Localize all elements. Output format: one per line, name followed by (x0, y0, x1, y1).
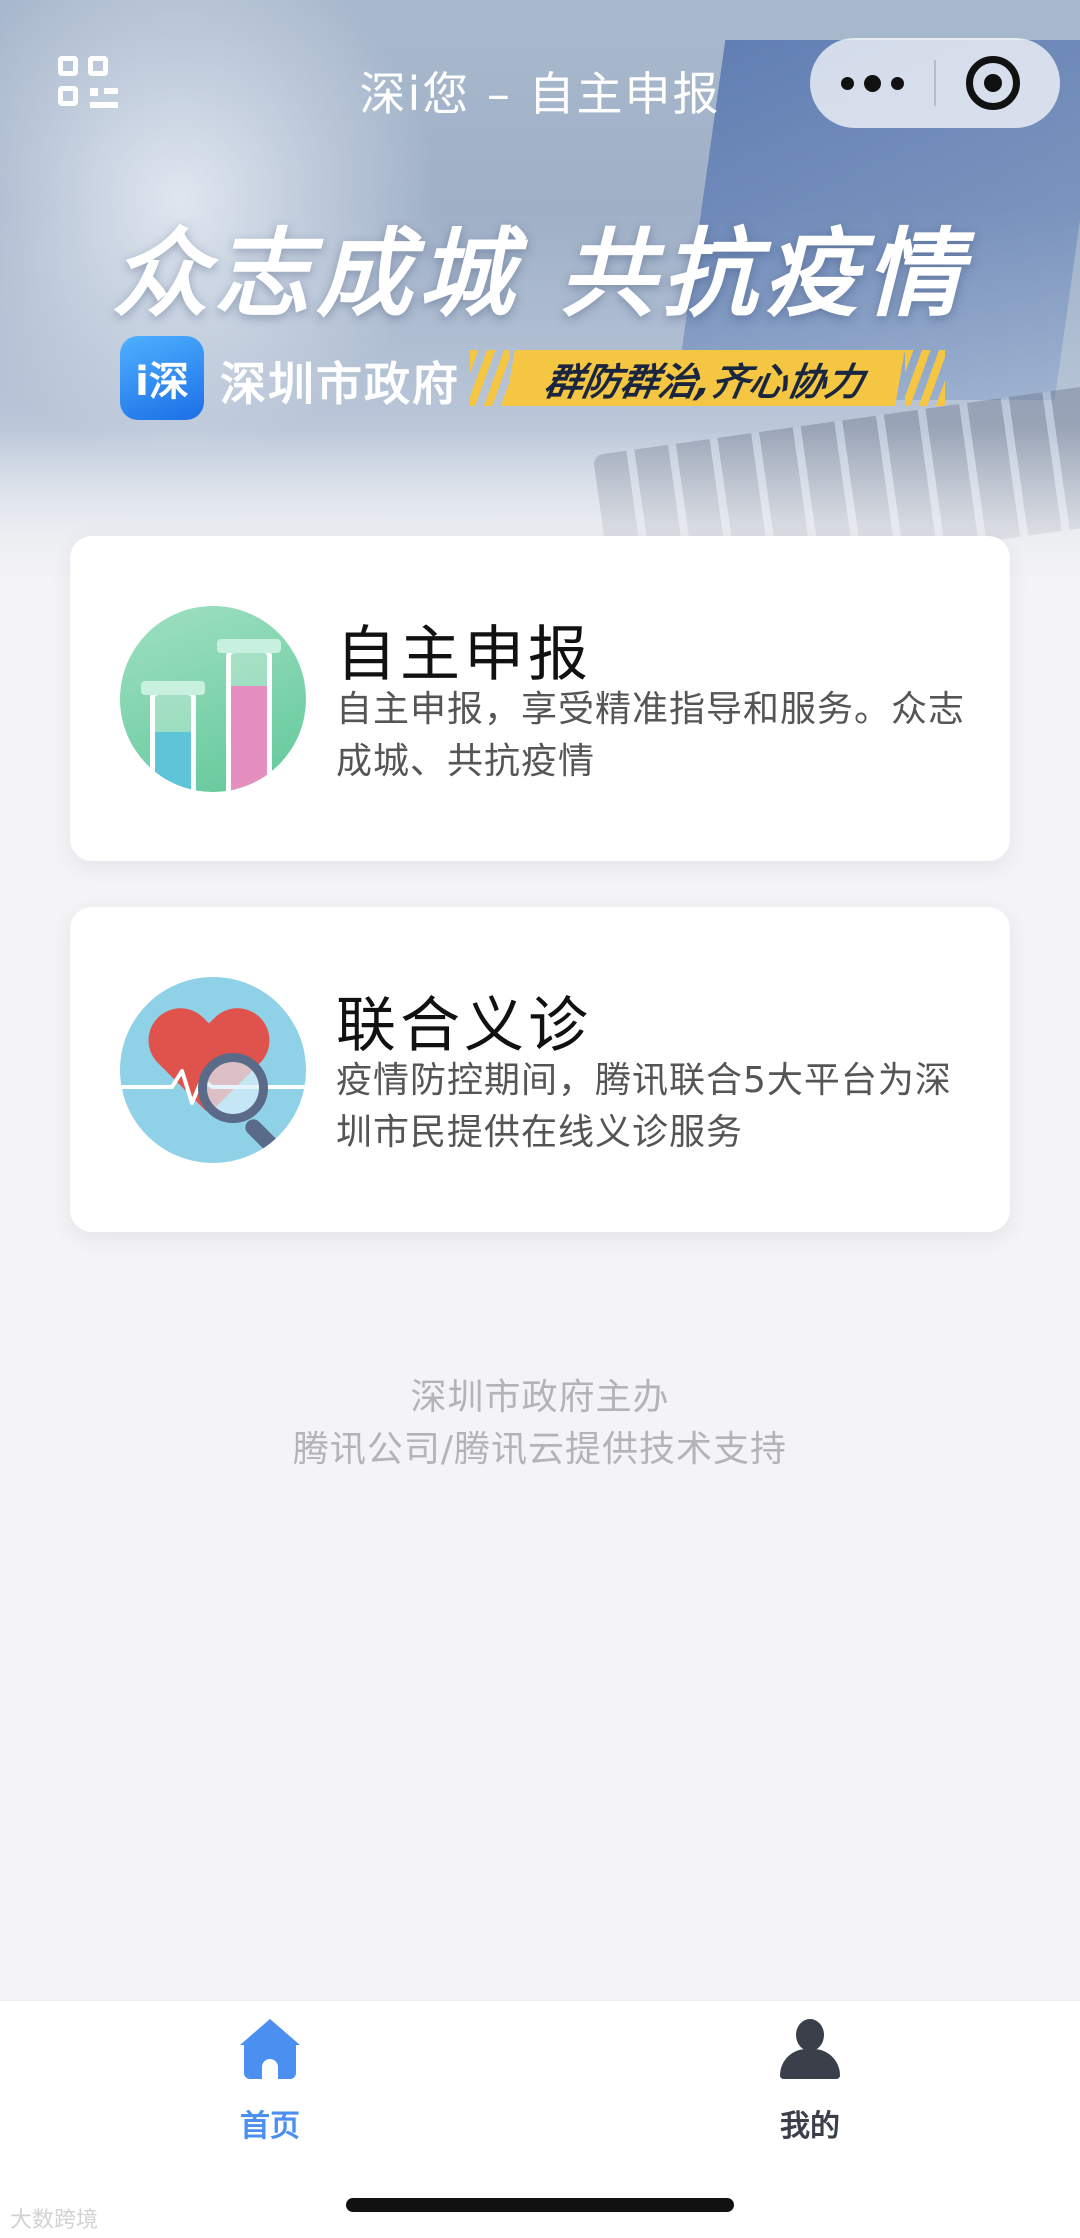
watermark: 大数跨境 (10, 2208, 99, 2233)
credit-tech-support: 腾讯公司/腾讯云提供技术支持 (292, 1429, 788, 1470)
more-options-icon[interactable] (810, 38, 934, 128)
tab-mine[interactable]: 我的 (710, 2019, 910, 2144)
credit-organizer: 深圳市政府主办 (410, 1377, 670, 1418)
service-card-self-report[interactable]: 自主申报 自主申报，享受精准指导和服务。众志成城、共抗疫情 (70, 536, 1010, 861)
home-indicator (346, 2198, 734, 2212)
service-description: 自主申报，享受精准指导和服务。众志成城、共抗疫情 (336, 689, 966, 782)
service-title: 联合义诊 (336, 991, 592, 1061)
service-description: 疫情防控期间，腾讯联合5大平台为深圳市民提供在线义诊服务 (336, 1060, 952, 1153)
service-card-consultation[interactable]: 联合义诊 疫情防控期间，腾讯联合5大平台为深圳市民提供在线义诊服务 (70, 907, 1010, 1232)
mini-program-capsule (810, 38, 1060, 128)
person-icon (780, 2019, 840, 2079)
home-icon (240, 2019, 300, 2079)
tab-mine-label: 我的 (780, 2109, 840, 2144)
heart-magnifier-icon (120, 977, 306, 1163)
service-title: 自主申报 (336, 620, 592, 690)
gov-name: 深圳市政府 (220, 357, 460, 411)
test-tubes-icon (120, 606, 306, 792)
hero-banner: 深i您 – 自主申报 众志成城 共抗疫情 i深 深圳市政府 群防群治,齐心协力 (0, 0, 1080, 600)
banner-slogan: 众志成城 共抗疫情 (112, 218, 968, 330)
shenzhen-gov-logo: i深 (120, 336, 204, 420)
close-target-icon[interactable] (966, 56, 1020, 110)
banner-tagline: 群防群治,齐心协力 (505, 350, 905, 406)
tab-home-label: 首页 (240, 2109, 300, 2144)
tab-home[interactable]: 首页 (170, 2019, 370, 2144)
